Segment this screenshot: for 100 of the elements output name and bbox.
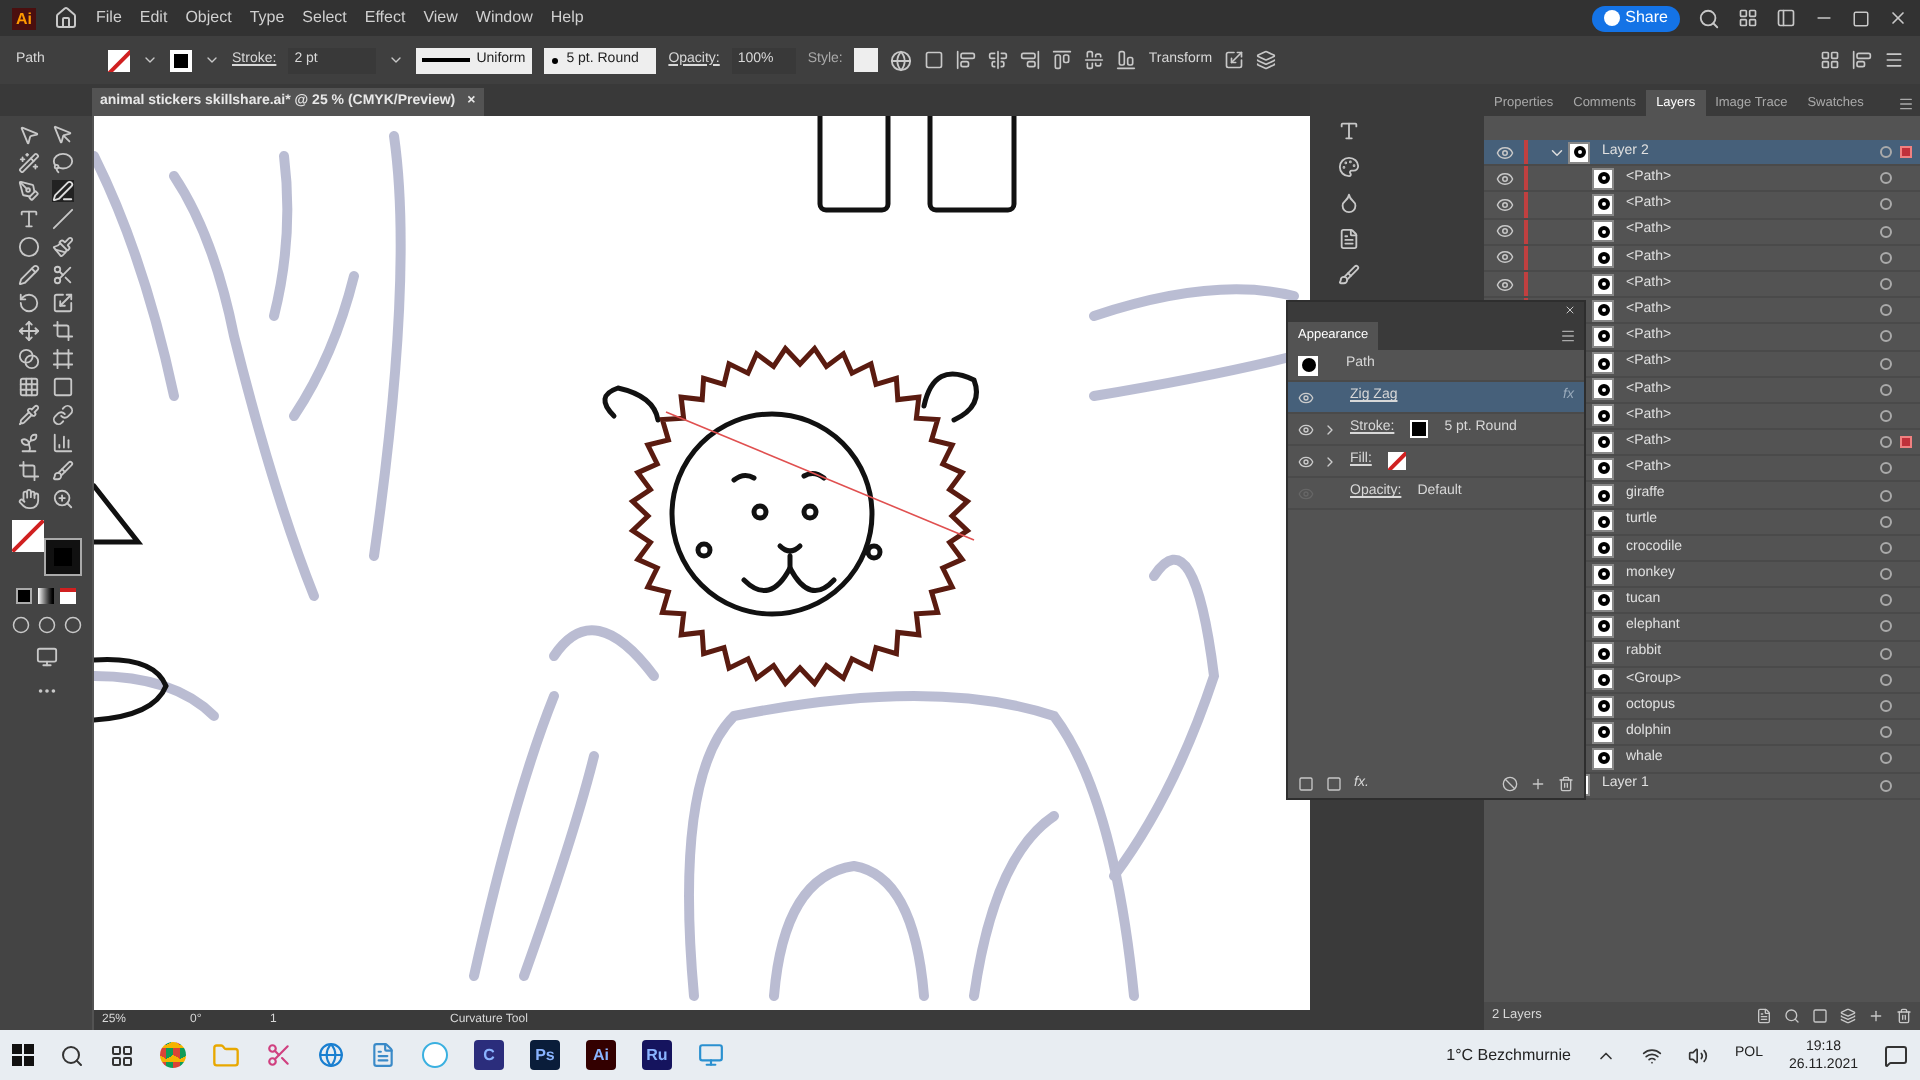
delete-icon[interactable] bbox=[1896, 1008, 1912, 1024]
perspective-grid-icon[interactable] bbox=[52, 348, 74, 370]
scissors-icon[interactable] bbox=[52, 264, 74, 286]
new-fill-icon[interactable] bbox=[1326, 776, 1342, 792]
chevron-down-icon[interactable] bbox=[388, 52, 405, 68]
search-icon[interactable] bbox=[1784, 1008, 1800, 1024]
grid-icon[interactable] bbox=[1820, 50, 1840, 70]
panel-toggle-icon[interactable] bbox=[1852, 50, 1872, 70]
speaker-icon[interactable] bbox=[1688, 1045, 1709, 1065]
paintbrush-icon[interactable] bbox=[52, 236, 74, 258]
taskbar-app[interactable]: Ru bbox=[642, 1040, 672, 1070]
app-logo[interactable]: Ai bbox=[12, 7, 36, 29]
lasso-icon[interactable] bbox=[52, 152, 74, 174]
chevron-down-icon[interactable] bbox=[142, 52, 158, 68]
globe-icon[interactable] bbox=[890, 49, 913, 71]
free-transform-icon[interactable] bbox=[52, 320, 74, 342]
draw-behind-icon[interactable] bbox=[37, 616, 55, 634]
document-icon[interactable] bbox=[1338, 228, 1360, 250]
ellipse-tool-icon[interactable] bbox=[18, 236, 40, 258]
chevron-down-icon[interactable] bbox=[204, 52, 220, 68]
color-mode-icon[interactable] bbox=[16, 588, 32, 604]
character-icon[interactable] bbox=[1338, 120, 1360, 142]
menu-item[interactable]: View bbox=[423, 6, 458, 30]
taskbar-app[interactable]: Ai bbox=[586, 1040, 616, 1070]
direct-selection-arrow-icon[interactable] bbox=[52, 124, 74, 146]
close-icon[interactable] bbox=[1888, 8, 1908, 28]
mesh-icon[interactable] bbox=[18, 376, 40, 398]
curvature-pen-icon[interactable] bbox=[52, 180, 74, 202]
menu-item[interactable]: Object bbox=[185, 6, 232, 30]
shape-builder-icon[interactable] bbox=[18, 348, 40, 370]
menu-item[interactable]: File bbox=[96, 6, 122, 30]
browser-icon[interactable] bbox=[318, 1042, 344, 1068]
magic-wand-icon[interactable] bbox=[18, 152, 40, 174]
menu-item[interactable]: Select bbox=[302, 6, 347, 30]
fill-swatch[interactable] bbox=[108, 49, 130, 71]
draw-normal-icon[interactable] bbox=[11, 616, 29, 634]
stroke-swatch[interactable] bbox=[170, 49, 192, 71]
slice-icon[interactable] bbox=[52, 460, 74, 482]
align-right-icon[interactable] bbox=[1020, 50, 1041, 70]
symbol-sprayer-icon[interactable] bbox=[18, 432, 40, 454]
style-swatch[interactable] bbox=[854, 48, 879, 72]
windows-logo-icon[interactable] bbox=[12, 1044, 34, 1066]
taskbar-app[interactable]: C bbox=[474, 1040, 504, 1070]
gradient-mode-icon[interactable] bbox=[38, 588, 54, 604]
sublayer-icon[interactable] bbox=[1840, 1008, 1856, 1024]
warp-icon[interactable] bbox=[18, 320, 40, 342]
network-icon[interactable] bbox=[1642, 1045, 1663, 1065]
taskbar-app[interactable]: Ps bbox=[530, 1040, 560, 1070]
fill-color-swatch[interactable] bbox=[12, 520, 44, 552]
weather-text[interactable]: 1°C Bezchmurnie bbox=[1446, 1043, 1571, 1067]
stroke-color-swatch[interactable] bbox=[46, 540, 80, 574]
align-bottom-icon[interactable] bbox=[1116, 50, 1137, 70]
arrange-icon[interactable] bbox=[1256, 50, 1277, 70]
screen-mode-icon[interactable] bbox=[35, 646, 57, 668]
line-tool-icon[interactable] bbox=[52, 208, 74, 230]
isolate-icon[interactable] bbox=[1224, 50, 1245, 70]
delete-icon[interactable] bbox=[1558, 776, 1574, 792]
snipping-icon[interactable] bbox=[266, 1042, 292, 1068]
align-center-icon[interactable] bbox=[988, 50, 1009, 70]
task-view-icon[interactable] bbox=[110, 1043, 134, 1067]
hand-icon[interactable] bbox=[18, 488, 40, 510]
panel-menu-icon[interactable] bbox=[1560, 328, 1576, 344]
clear-appearance-icon[interactable] bbox=[1502, 776, 1518, 792]
visibility-eye-icon[interactable] bbox=[1495, 275, 1513, 294]
menu-item[interactable]: Edit bbox=[139, 6, 168, 30]
brushes-icon[interactable] bbox=[1338, 264, 1360, 286]
zoom-icon[interactable] bbox=[52, 488, 74, 510]
notifications-icon[interactable] bbox=[1884, 1043, 1908, 1067]
eyedropper-icon[interactable] bbox=[18, 404, 40, 426]
menu-item[interactable]: Effect bbox=[364, 6, 406, 30]
menu-item[interactable]: Window bbox=[475, 6, 533, 30]
artboard-icon[interactable] bbox=[18, 460, 40, 482]
export-icon[interactable] bbox=[1756, 1008, 1772, 1024]
selection-arrow-icon[interactable] bbox=[18, 124, 40, 146]
panel-icon[interactable] bbox=[1776, 8, 1796, 28]
fill-swatch[interactable] bbox=[1387, 452, 1406, 470]
color-icon[interactable] bbox=[1338, 156, 1360, 178]
scale-icon[interactable] bbox=[52, 292, 74, 314]
menu-item[interactable]: Type bbox=[249, 6, 285, 30]
pen-tool-icon[interactable] bbox=[18, 180, 40, 202]
align-left-icon[interactable] bbox=[956, 50, 977, 70]
maximize-icon[interactable] bbox=[1852, 9, 1870, 27]
blend-icon[interactable] bbox=[52, 404, 74, 426]
menu-item[interactable]: Help bbox=[550, 6, 584, 30]
align-middle-icon[interactable] bbox=[1084, 50, 1105, 70]
new-stroke-icon[interactable] bbox=[1298, 776, 1314, 792]
type-tool-icon[interactable] bbox=[18, 208, 40, 230]
home-icon[interactable] bbox=[54, 6, 78, 30]
duplicate-icon[interactable] bbox=[1530, 776, 1546, 792]
visibility-eye-icon[interactable] bbox=[1495, 248, 1513, 267]
visibility-eye-icon[interactable] bbox=[1495, 169, 1513, 188]
close-icon[interactable] bbox=[1564, 304, 1576, 316]
transparency-icon[interactable] bbox=[1338, 192, 1360, 214]
search-icon[interactable] bbox=[1698, 7, 1720, 29]
align-top-icon[interactable] bbox=[1052, 50, 1073, 70]
document-icon[interactable] bbox=[370, 1042, 396, 1068]
new-layer-icon[interactable] bbox=[1868, 1008, 1884, 1024]
visibility-eye-icon[interactable] bbox=[1495, 195, 1513, 214]
browser-icon[interactable] bbox=[160, 1042, 186, 1068]
pencil-icon[interactable] bbox=[18, 264, 40, 286]
